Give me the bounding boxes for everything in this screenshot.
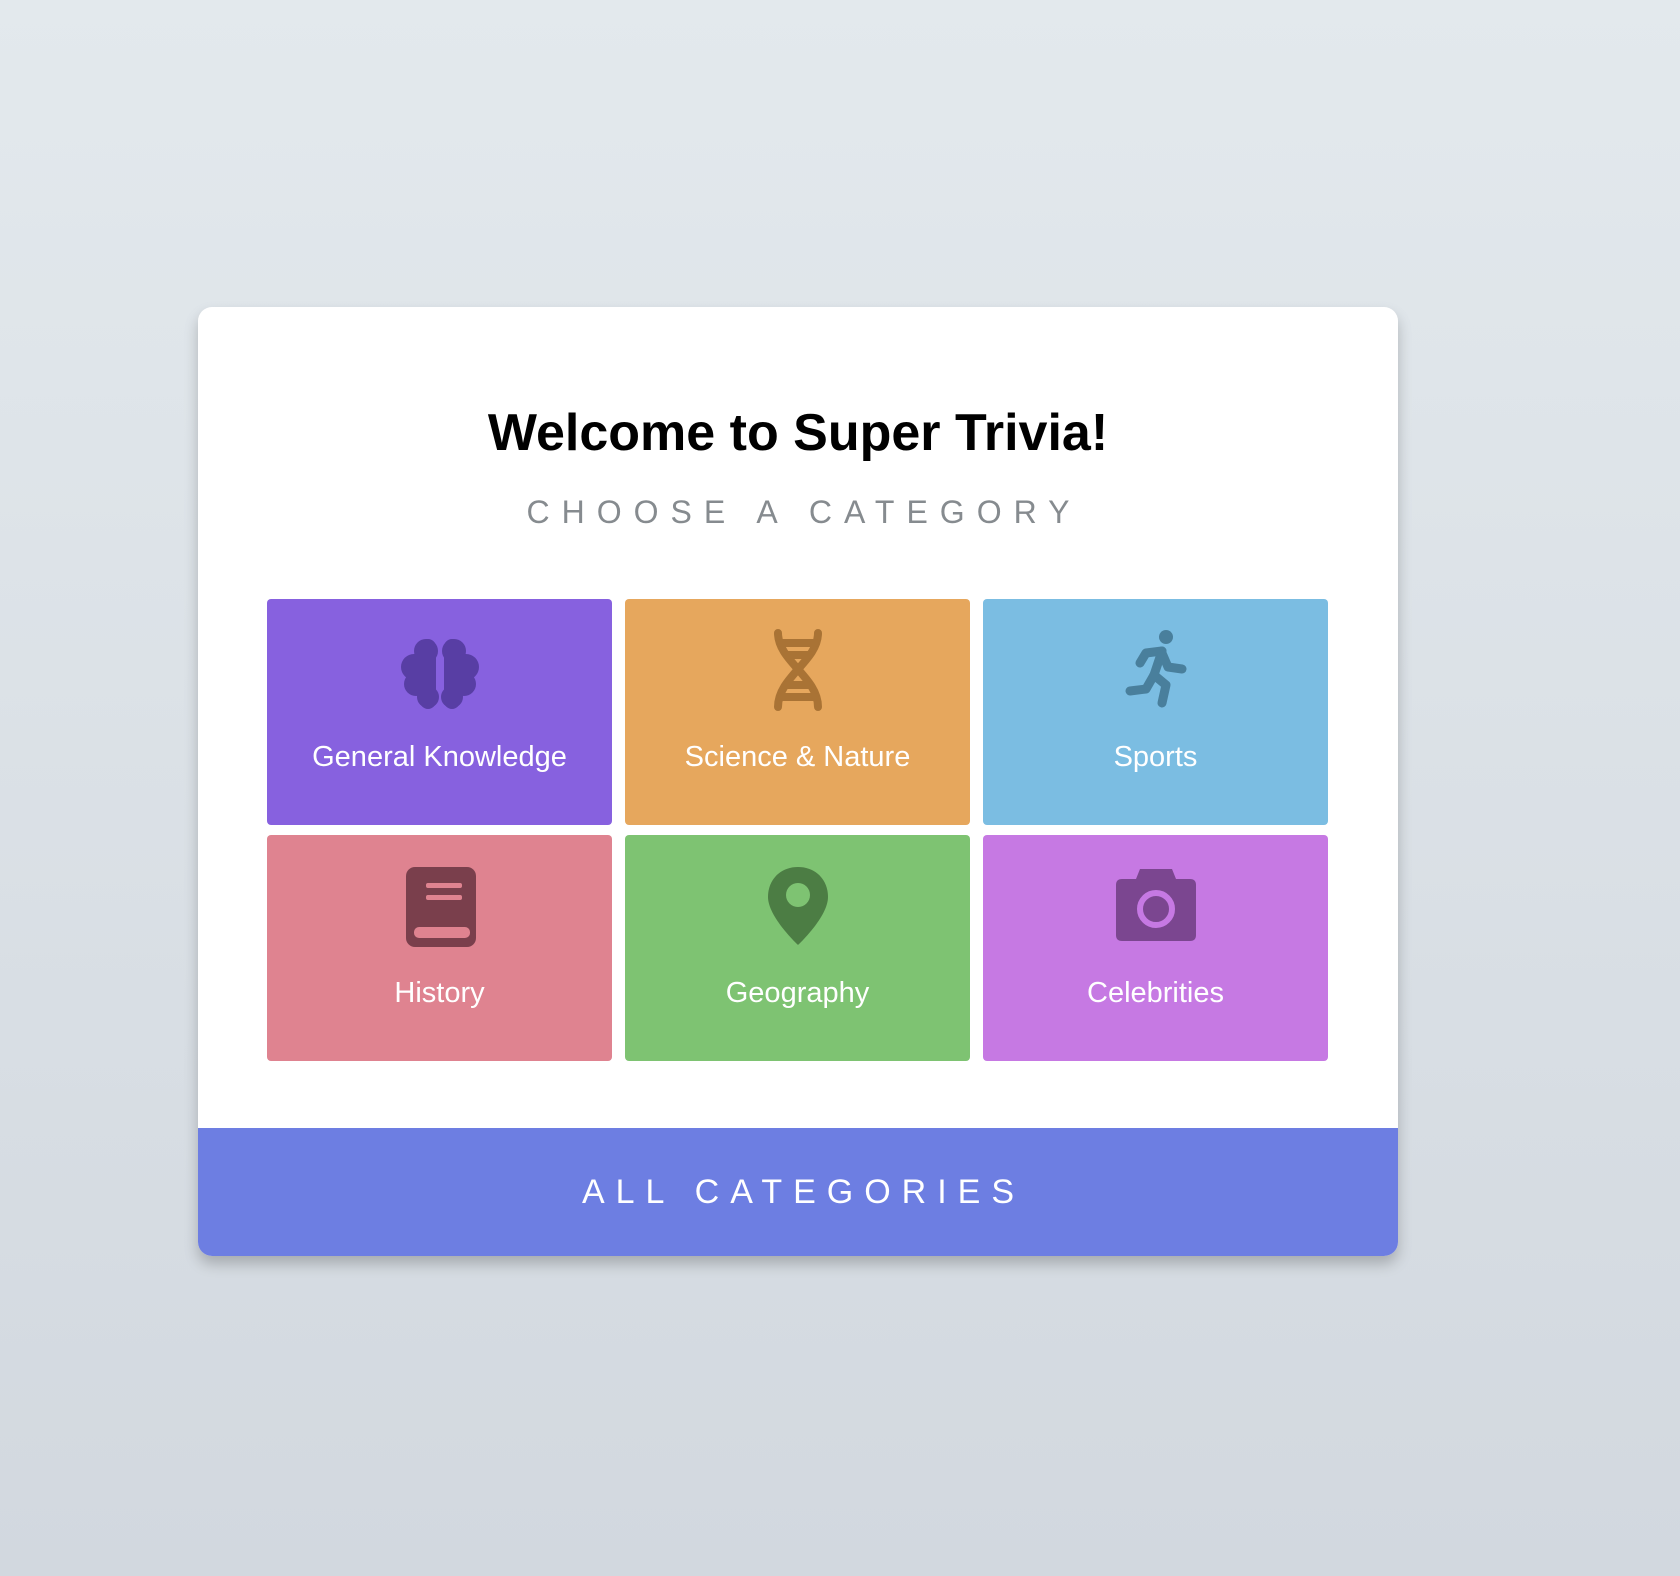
camera-icon — [1110, 865, 1202, 947]
page-subtitle: CHOOSE A CATEGORY — [526, 494, 1082, 530]
category-tile-history[interactable]: History — [267, 835, 612, 1061]
category-grid: General Knowledge Science & Nature Sport… — [267, 599, 1329, 1061]
category-label: History — [394, 977, 485, 1009]
book-icon — [394, 865, 486, 947]
category-tile-celebrities[interactable]: Celebrities — [983, 835, 1328, 1061]
category-tile-geography[interactable]: Geography — [625, 835, 970, 1061]
all-categories-label: ALL CATEGORIES — [581, 1173, 1026, 1211]
category-tile-science-nature[interactable]: Science & Nature — [625, 599, 970, 825]
category-label: Sports — [1113, 741, 1198, 773]
category-label: Celebrities — [1087, 977, 1224, 1009]
map-pin-icon — [752, 865, 844, 947]
welcome-card: Welcome to Super Trivia! CHOOSE A CATEGO… — [198, 307, 1398, 1256]
category-label: Science & Nature — [684, 741, 911, 773]
page-title: Welcome to Super Trivia! — [487, 404, 1109, 462]
category-tile-sports[interactable]: Sports — [983, 599, 1328, 825]
running-icon — [1110, 629, 1202, 711]
category-label: Geography — [725, 977, 870, 1009]
category-label: General Knowledge — [312, 741, 567, 773]
brain-icon — [394, 629, 486, 711]
dna-icon — [752, 629, 844, 711]
category-tile-general-knowledge[interactable]: General Knowledge — [267, 599, 612, 825]
all-categories-button[interactable]: ALL CATEGORIES — [198, 1128, 1398, 1256]
